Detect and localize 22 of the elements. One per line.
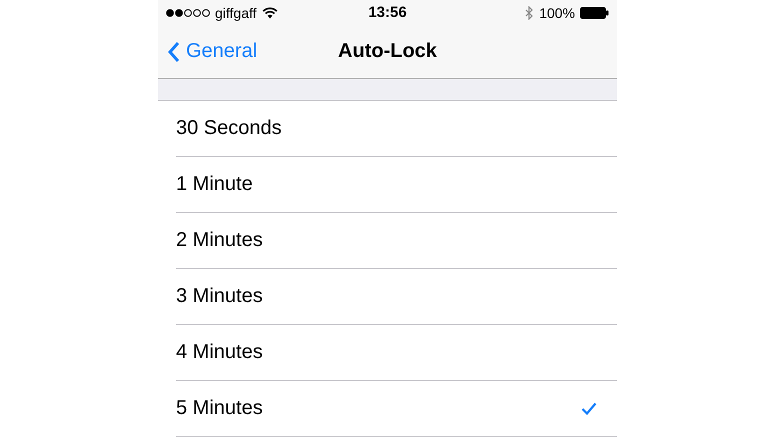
battery-percentage: 100% bbox=[539, 4, 575, 20]
wifi-icon bbox=[262, 6, 278, 18]
clock: 13:56 bbox=[368, 4, 407, 21]
carrier-name: giffgaff bbox=[215, 4, 257, 20]
page-title: Auto-Lock bbox=[338, 40, 437, 62]
option-label: 2 Minutes bbox=[176, 229, 263, 252]
option-row[interactable]: 30 Seconds bbox=[176, 101, 617, 157]
bluetooth-icon bbox=[525, 6, 534, 20]
option-row[interactable]: 3 Minutes bbox=[176, 269, 617, 325]
option-label: 30 Seconds bbox=[176, 117, 282, 140]
signal-strength-icon bbox=[166, 8, 210, 16]
option-label: 4 Minutes bbox=[176, 341, 263, 364]
back-button[interactable]: General bbox=[158, 40, 258, 63]
option-row[interactable]: 5 Minutes bbox=[176, 381, 617, 437]
option-row[interactable]: 4 Minutes bbox=[176, 325, 617, 381]
option-row[interactable]: 2 Minutes bbox=[176, 213, 617, 269]
chevron-left-icon bbox=[168, 40, 180, 62]
option-row[interactable]: 1 Minute bbox=[176, 157, 617, 213]
battery-icon bbox=[580, 6, 609, 18]
option-label: 5 Minutes bbox=[176, 397, 263, 420]
option-label: 3 Minutes bbox=[176, 285, 263, 308]
option-label: 1 Minute bbox=[176, 173, 253, 196]
